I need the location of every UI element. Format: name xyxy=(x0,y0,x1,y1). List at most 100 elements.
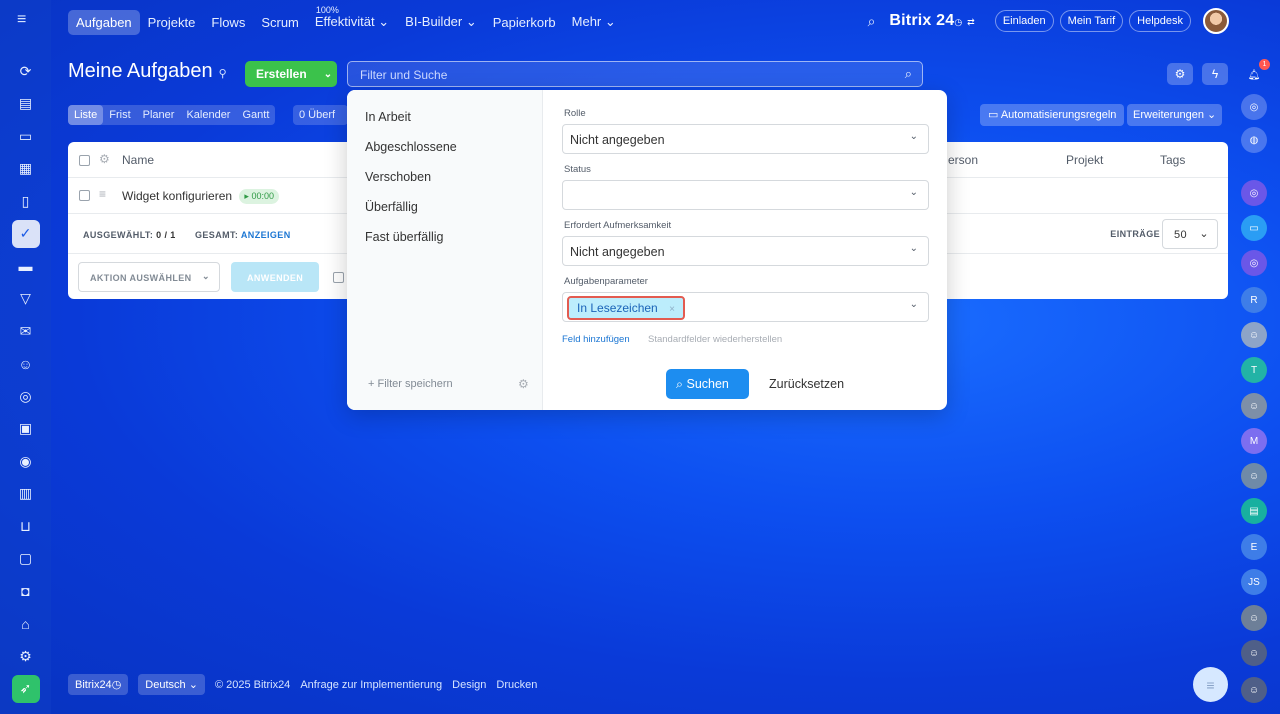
store-icon[interactable]: ⌂ xyxy=(12,610,40,638)
column-person[interactable]: erson xyxy=(948,153,978,167)
bookmark-tag[interactable]: In Lesezeichen × xyxy=(567,296,685,320)
tariff-button[interactable]: Mein Tarif xyxy=(1059,10,1124,32)
contact-initial-r[interactable]: R xyxy=(1241,287,1267,313)
notifications-bell-icon[interactable]: 🔔︎ 1 xyxy=(1241,59,1270,88)
column-name[interactable]: Name xyxy=(122,153,154,167)
tab-deadline[interactable]: Frist xyxy=(103,105,136,125)
reset-button[interactable]: Zurücksetzen xyxy=(769,377,844,391)
nav-trash[interactable]: Papierkorb xyxy=(485,10,564,35)
action-select[interactable]: AKTION AUSWÄHLEN ⌄ xyxy=(78,262,220,292)
contact-avatar[interactable]: ☺ xyxy=(1241,640,1267,666)
nav-bi-builder[interactable]: BI-Builder ⌄ xyxy=(397,9,485,35)
add-field-link[interactable]: Feld hinzufügen xyxy=(562,334,630,345)
messenger-icon[interactable]: ◍ xyxy=(1241,127,1267,153)
role-select[interactable]: Nicht angegeben ⌄ xyxy=(562,124,929,154)
all-pages-checkbox[interactable] xyxy=(333,272,344,283)
close-icon[interactable]: × xyxy=(669,304,675,315)
overdue-counter[interactable]: 0 Überf xyxy=(293,105,348,125)
contact-initial-e[interactable]: E xyxy=(1241,534,1267,560)
settings-icon[interactable]: ⚙ xyxy=(12,642,40,670)
drag-handle-icon[interactable]: ≡ xyxy=(99,187,106,201)
contact-avatar[interactable]: ☺ xyxy=(1241,605,1267,631)
rocket-icon[interactable]: ➶ xyxy=(11,674,40,703)
helpdesk-button[interactable]: Helpdesk xyxy=(1129,10,1191,32)
calendar-icon[interactable]: ▦ xyxy=(12,155,40,183)
impl-request-link[interactable]: Anfrage zur Implementierung xyxy=(300,679,442,691)
cart-icon[interactable]: ⊔ xyxy=(12,512,40,540)
pin-icon[interactable]: ⚲ xyxy=(219,67,227,80)
tab-planner[interactable]: Planer xyxy=(137,105,181,125)
task-params-select[interactable]: In Lesezeichen × ⌄ xyxy=(562,292,929,322)
grid-settings-icon[interactable]: ⚙ xyxy=(1167,63,1193,85)
group-chat-icon[interactable]: ▤ xyxy=(1241,498,1267,524)
page-size-select[interactable]: 50 ⌄ xyxy=(1162,219,1218,249)
chat-fab-icon[interactable]: ≡ xyxy=(1193,667,1228,702)
preset-almost-overdue[interactable]: Fast überfällig xyxy=(365,230,444,244)
presentation-icon[interactable]: ▣ xyxy=(12,415,40,443)
attention-select[interactable]: Nicht angegeben ⌄ xyxy=(562,236,929,266)
print-link[interactable]: Drucken xyxy=(496,679,537,691)
tab-gantt[interactable]: Gantt xyxy=(236,105,275,125)
activity-icon[interactable]: ⟳ xyxy=(12,57,40,85)
preset-overdue[interactable]: Überfällig xyxy=(365,200,418,214)
column-tags[interactable]: Tags xyxy=(1160,153,1185,167)
contacts-icon[interactable]: ☺ xyxy=(12,350,40,378)
footer-brand[interactable]: Bitrix24◷ xyxy=(68,674,129,695)
preset-deferred[interactable]: Verschoben xyxy=(365,170,431,184)
tasks-icon[interactable]: ✓ xyxy=(11,219,40,248)
contact-initial-m[interactable]: M xyxy=(1241,428,1267,454)
contact-avatar[interactable]: ☺ xyxy=(1241,463,1267,489)
filter-search-input[interactable]: Filter und Suche ⌕ xyxy=(347,61,923,87)
nav-effectiveness[interactable]: 100% Effektivität ⌄ xyxy=(307,5,397,35)
funnel-icon[interactable]: ▽ xyxy=(12,285,40,313)
services-icon[interactable]: ◎ xyxy=(12,382,40,410)
nav-projects[interactable]: Projekte xyxy=(140,10,204,35)
goals-icon[interactable]: ◉ xyxy=(12,447,40,475)
apply-button[interactable]: ANWENDEN xyxy=(231,262,319,292)
task-title[interactable]: Widget konfigurieren xyxy=(122,189,232,203)
documents-icon[interactable]: ▯ xyxy=(12,187,40,215)
tab-calendar[interactable]: Kalender xyxy=(180,105,236,125)
contact-avatar[interactable]: ☺ xyxy=(1241,677,1267,703)
chat-support-icon[interactable]: ▭ xyxy=(1241,215,1267,241)
restore-fields-link[interactable]: Standardfelder wiederherstellen xyxy=(648,334,782,345)
save-filter-link[interactable]: + Filter speichern xyxy=(368,378,453,390)
timer-badge[interactable]: ▸ 00:00 xyxy=(239,189,279,205)
column-settings-icon[interactable]: ⚙ xyxy=(99,152,110,166)
invite-button[interactable]: Einladen xyxy=(994,10,1054,32)
search-icon[interactable]: ⌕ xyxy=(868,13,876,30)
chat-channel-icon[interactable]: ◎ xyxy=(1241,180,1267,206)
crm-icon[interactable]: ▬ xyxy=(12,252,40,280)
analytics-icon[interactable]: ▥ xyxy=(12,480,40,508)
search-button[interactable]: ⌕ Suchen xyxy=(666,369,749,399)
nav-scrum[interactable]: Scrum xyxy=(253,10,307,35)
nav-flows[interactable]: Flows xyxy=(203,10,253,35)
user-avatar[interactable] xyxy=(1203,8,1229,34)
contact-initial-t[interactable]: T xyxy=(1241,357,1267,383)
nav-tasks[interactable]: Aufgaben xyxy=(68,9,140,35)
automation-rules-button[interactable]: ▭ Automatisierungsregeln xyxy=(980,104,1125,126)
nav-more[interactable]: Mehr ⌄ xyxy=(564,9,624,35)
robot-icon[interactable]: ◘ xyxy=(12,577,40,605)
contact-initial-js[interactable]: JS xyxy=(1241,569,1267,595)
lightning-icon[interactable]: ϟ xyxy=(1202,63,1228,85)
mail-icon[interactable]: ✉ xyxy=(12,317,40,345)
chat-channel-2-icon[interactable]: ◎ xyxy=(1241,250,1267,276)
preset-completed[interactable]: Abgeschlossene xyxy=(365,140,457,154)
language-select[interactable]: Deutsch ⌄ xyxy=(138,674,205,695)
column-project[interactable]: Projekt xyxy=(1066,153,1103,167)
contact-avatar[interactable]: ☺ xyxy=(1241,393,1267,419)
feed-icon[interactable]: ▤ xyxy=(12,90,40,118)
preset-in-progress[interactable]: In Arbeit xyxy=(365,110,411,124)
select-all-checkbox[interactable] xyxy=(79,155,90,166)
tab-list[interactable]: Liste xyxy=(68,105,104,125)
contact-avatar[interactable]: ☺ xyxy=(1241,322,1267,348)
copilot-icon[interactable]: ◎ xyxy=(1241,94,1267,120)
design-link[interactable]: Design xyxy=(452,679,486,691)
chevron-down-icon[interactable]: ⌄ xyxy=(318,69,338,80)
chat-icon[interactable]: ▭ xyxy=(12,122,40,150)
search-icon[interactable]: ⌕ xyxy=(905,66,912,82)
create-button[interactable]: Erstellen ⌄ xyxy=(245,61,337,87)
status-select[interactable]: ⌄ xyxy=(562,180,929,210)
row-checkbox[interactable] xyxy=(79,190,90,201)
